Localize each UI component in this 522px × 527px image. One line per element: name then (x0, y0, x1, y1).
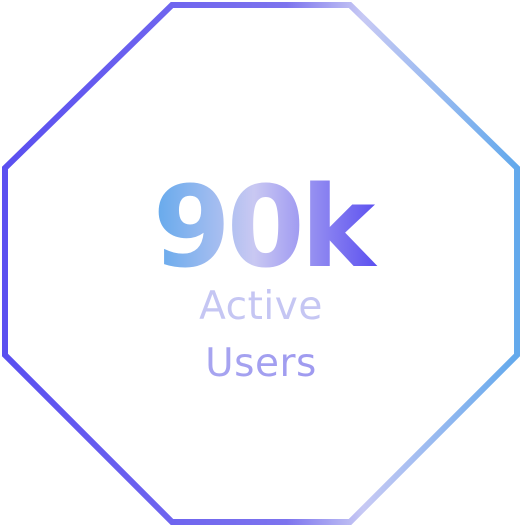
stat-block: 90k Active Users (0, 0, 522, 527)
active-users-badge: 90k Active Users (0, 0, 522, 527)
stat-value: 90k (153, 163, 382, 290)
stat-label-users: Users (0, 339, 522, 389)
stat-label-active: Active (199, 284, 323, 329)
stat-value-text: 90k (153, 163, 378, 290)
